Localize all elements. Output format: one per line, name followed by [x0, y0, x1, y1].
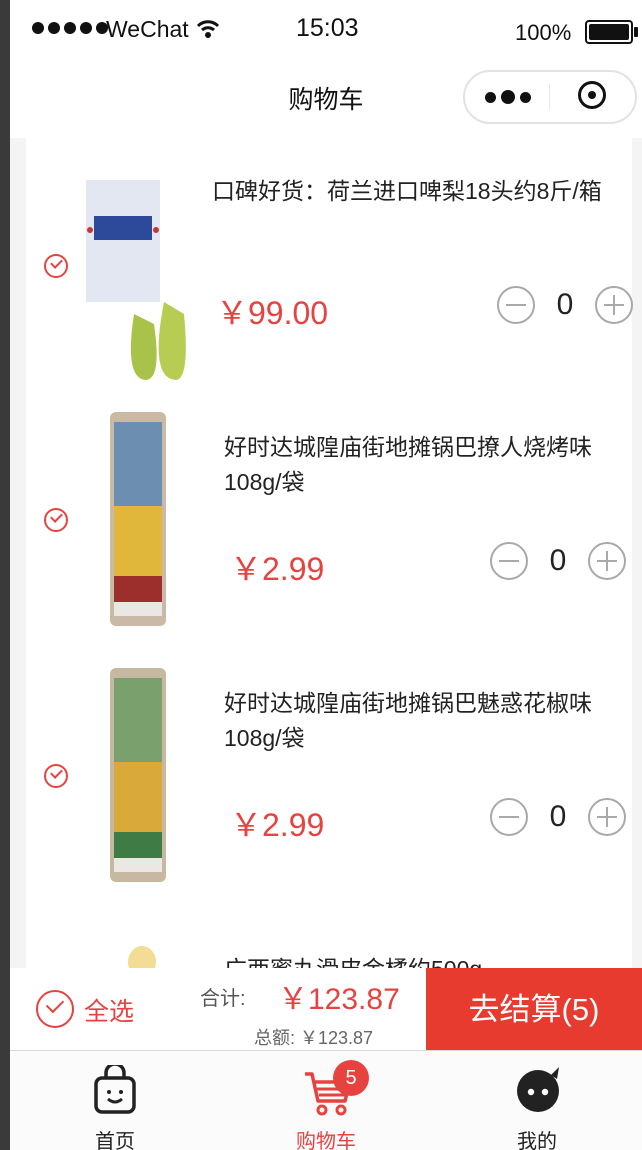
- item-name: 好时达城隍庙街地摊锅巴撩人烧烤味108g/袋: [224, 434, 592, 495]
- battery-icon: [585, 20, 638, 44]
- item-name: 好时达城隍庙街地摊锅巴魅惑花椒味108g/袋: [224, 690, 592, 751]
- quantity-stepper: 0: [490, 542, 630, 582]
- cart-list[interactable]: 口碑好货：荷兰进口啤梨18头约8斤/箱 ￥99.00 0 好时达城隍庙街地摊锅巴…: [10, 138, 642, 968]
- checkout-bar: 全选 合计: ￥123.87 总额: ￥123.87 去结算(5): [10, 968, 642, 1050]
- total-amount: 总额: ￥123.87: [254, 1028, 374, 1048]
- item-name: 广西蜜丸滑皮金橘约500g: [224, 952, 624, 968]
- item-price: ￥99.00: [216, 295, 329, 331]
- close-miniprogram-icon[interactable]: [578, 81, 606, 109]
- mini-program-capsule: [463, 70, 637, 124]
- product-image[interactable]: [84, 174, 190, 380]
- product-image[interactable]: [122, 934, 162, 968]
- decrease-button[interactable]: [497, 286, 535, 324]
- cart-item: 好时达城隍庙街地摊锅巴魅惑花椒味108g/袋 ￥2.99 0: [26, 650, 632, 906]
- capsule-divider: [549, 84, 550, 110]
- increase-button[interactable]: [595, 286, 633, 324]
- tab-label: 购物车: [296, 1131, 356, 1150]
- decrease-button[interactable]: [490, 798, 528, 836]
- signal-icon: [32, 22, 108, 34]
- subtotal-value: ￥123.87: [278, 983, 400, 1016]
- cart-item: 广西蜜丸滑皮金橘约500g: [26, 906, 632, 968]
- status-bar: WeChat 15:03 100%: [10, 0, 642, 62]
- profile-icon: [517, 1067, 559, 1112]
- product-image[interactable]: [106, 668, 170, 882]
- shopping-bag-icon: [94, 1065, 136, 1114]
- checkout-button[interactable]: 去结算(5): [426, 968, 642, 1050]
- cart-item: 口碑好货：荷兰进口啤梨18头约8斤/箱 ￥99.00 0: [26, 138, 633, 394]
- item-checkbox[interactable]: [44, 508, 68, 532]
- item-price: ￥2.99: [230, 551, 325, 587]
- phone-screen: WeChat 15:03 100% 购物车 口碑好货：荷兰进口啤梨18头约8斤/…: [10, 0, 642, 1150]
- cart-count-badge: 5: [333, 1060, 369, 1096]
- item-checkbox[interactable]: [44, 764, 68, 788]
- tab-label: 我的: [517, 1131, 557, 1150]
- more-options-icon[interactable]: [485, 90, 531, 104]
- quantity-value: 0: [556, 288, 574, 321]
- tab-cart[interactable]: 购物车: [221, 1051, 431, 1150]
- wifi-icon: [196, 20, 220, 38]
- quantity-value: 0: [549, 800, 567, 833]
- increase-button[interactable]: [588, 798, 626, 836]
- product-image[interactable]: [106, 412, 170, 626]
- carrier-label: WeChat: [106, 16, 189, 42]
- battery-percent: 100%: [515, 20, 572, 45]
- quantity-value: 0: [549, 544, 567, 577]
- quantity-stepper: 0: [497, 286, 637, 326]
- tab-home[interactable]: 首页: [10, 1051, 220, 1150]
- select-all-checkbox[interactable]: [36, 990, 74, 1028]
- status-time: 15:03: [296, 14, 359, 42]
- select-all-label[interactable]: 全选: [84, 992, 134, 1028]
- cart-item: 好时达城隍庙街地摊锅巴撩人烧烤味108g/袋 ￥2.99 0: [26, 394, 632, 650]
- item-price: ￥2.99: [230, 807, 325, 843]
- tab-label: 首页: [95, 1131, 135, 1150]
- tab-profile[interactable]: 我的: [432, 1051, 642, 1150]
- increase-button[interactable]: [588, 542, 626, 580]
- subtotal-label: 合计:: [200, 988, 246, 1010]
- quantity-stepper: 0: [490, 798, 630, 838]
- item-name: 口碑好货：荷兰进口啤梨18头约8斤/箱: [212, 178, 602, 204]
- item-checkbox[interactable]: [44, 254, 68, 278]
- decrease-button[interactable]: [490, 542, 528, 580]
- tab-bar: 首页 购物车 我的: [10, 1050, 642, 1150]
